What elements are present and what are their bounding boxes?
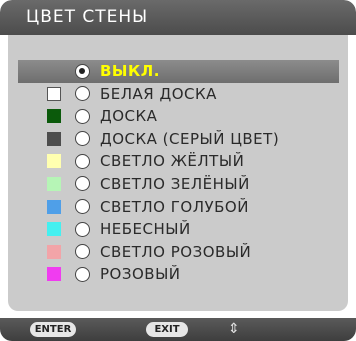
radio-button[interactable] [75, 199, 90, 215]
radio-button[interactable] [75, 131, 90, 147]
key-hint-bar: ENTER EXIT ⇕ [0, 318, 356, 341]
option-label: БЕЛАЯ ДОСКА [100, 84, 217, 103]
wall-color-dialog: ЦВЕТ СТЕНЫ ВЫКЛ. БЕЛАЯ ДОСКА ДОСКА ДОСКА (С… [0, 0, 356, 341]
radio-button[interactable] [75, 176, 90, 192]
option-row[interactable]: ДОСКА [18, 105, 339, 128]
radio-button[interactable] [75, 266, 90, 282]
exit-button[interactable]: EXIT [146, 322, 188, 337]
option-row[interactable]: СВЕТЛО РОЗОВЫЙ [18, 241, 339, 264]
color-swatch [47, 154, 61, 169]
wall-color-options: ВЫКЛ. БЕЛАЯ ДОСКА ДОСКА ДОСКА (СЕРЫЙ ЦВЕТ) С… [18, 60, 339, 286]
option-row[interactable]: БЕЛАЯ ДОСКА [18, 83, 339, 106]
color-swatch [47, 176, 61, 191]
color-swatch [47, 244, 61, 259]
color-swatch [47, 222, 61, 237]
option-label: РОЗОВЫЙ [100, 265, 181, 284]
dialog-title: ЦВЕТ СТЕНЫ [26, 7, 149, 27]
radio-button[interactable] [75, 63, 90, 79]
color-swatch [47, 267, 61, 282]
title-bar: ЦВЕТ СТЕНЫ [0, 0, 356, 35]
option-label: НЕБЕСНЫЙ [100, 220, 191, 239]
radio-button[interactable] [75, 108, 90, 124]
radio-button[interactable] [75, 153, 90, 169]
option-label: СВЕТЛО ЖЁЛТЫЙ [100, 152, 245, 171]
up-down-arrows-icon: ⇕ [228, 321, 240, 337]
option-label: СВЕТЛО РОЗОВЫЙ [100, 242, 252, 261]
radio-selected-dot [79, 67, 85, 74]
option-label: ВЫКЛ. [100, 62, 160, 80]
option-row[interactable]: ВЫКЛ. [18, 60, 339, 83]
enter-button-label: ENTER [34, 324, 72, 335]
exit-button-label: EXIT [154, 324, 180, 335]
radio-button[interactable] [75, 244, 90, 260]
color-swatch [47, 199, 61, 214]
option-label: ДОСКА [100, 107, 158, 126]
option-label: ДОСКА (СЕРЫЙ ЦВЕТ) [100, 129, 280, 148]
color-swatch [47, 109, 61, 124]
option-label: СВЕТЛО ГОЛУБОЙ [100, 197, 249, 216]
option-row[interactable]: ДОСКА (СЕРЫЙ ЦВЕТ) [18, 128, 339, 151]
color-swatch [47, 131, 61, 146]
option-row[interactable]: РОЗОВЫЙ [18, 263, 339, 286]
radio-button[interactable] [75, 86, 90, 102]
color-swatch [47, 86, 61, 101]
option-row[interactable]: СВЕТЛО ЗЕЛЁНЫЙ [18, 173, 339, 196]
option-row[interactable]: СВЕТЛО ГОЛУБОЙ [18, 196, 339, 219]
option-label: СВЕТЛО ЗЕЛЁНЫЙ [100, 174, 250, 193]
option-row[interactable]: СВЕТЛО ЖЁЛТЫЙ [18, 150, 339, 173]
options-panel: ВЫКЛ. БЕЛАЯ ДОСКА ДОСКА ДОСКА (СЕРЫЙ ЦВЕТ) С… [8, 35, 348, 311]
enter-button[interactable]: ENTER [30, 322, 76, 337]
radio-button[interactable] [75, 221, 90, 237]
option-row[interactable]: НЕБЕСНЫЙ [18, 218, 339, 241]
